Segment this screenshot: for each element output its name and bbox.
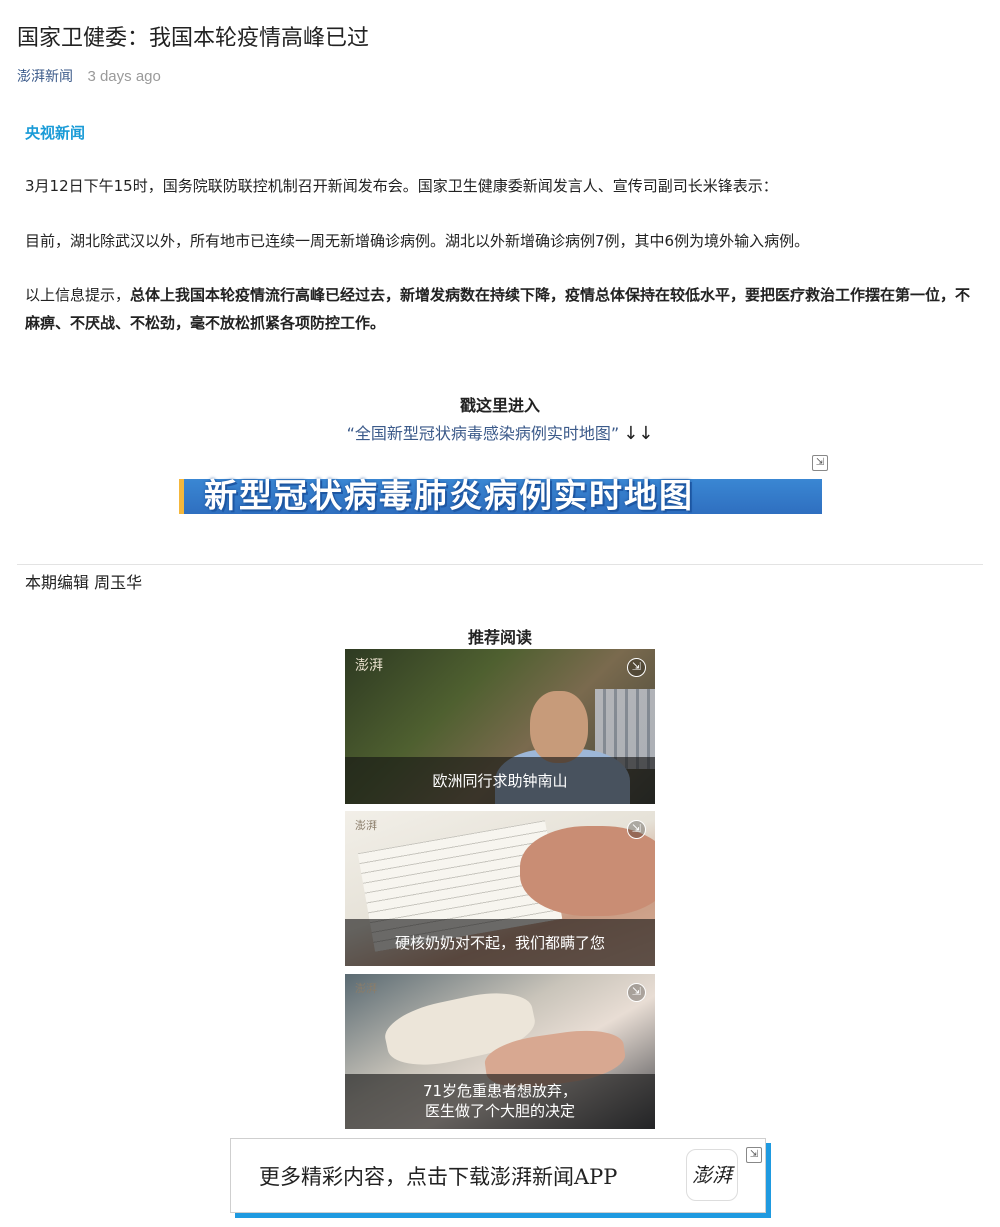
paragraph-3: 以上信息提示，总体上我国本轮疫情流行高峰已经过去，新增发病数在持续下降，疫情总体… xyxy=(25,281,975,337)
paragraph-1: 3月12日下午15时，国务院联防联控机制召开新闻发布会。国家卫生健康委新闻发言人… xyxy=(25,177,778,195)
card-caption: 硬核奶奶对不起，我们都瞒了您 xyxy=(345,919,655,966)
origin-label: 央视新闻 xyxy=(25,124,86,142)
card-caption: 71岁危重患者想放弃， 医生做了个大胆的决定 xyxy=(345,1074,655,1129)
person-head-graphic xyxy=(530,691,588,763)
map-link[interactable]: “全国新型冠状病毒感染病例实时地图” xyxy=(347,424,620,443)
external-link-icon[interactable]: ⇲ xyxy=(627,658,646,677)
article-title: 国家卫健委：我国本轮疫情高峰已过 xyxy=(17,26,370,51)
divider xyxy=(17,564,983,565)
down-arrows-icon: ↓↓ xyxy=(623,423,654,444)
map-banner-text: 新型冠状病毒肺炎病例实时地图 xyxy=(204,476,694,515)
enter-label: 戳这里进入 xyxy=(459,396,540,415)
map-link-line: “全国新型冠状病毒感染病例实时地图” ↓↓ xyxy=(0,420,1000,444)
recommended-card-1[interactable]: 澎湃 ⇲ 欧洲同行求助钟南山 xyxy=(345,649,655,804)
thepaper-logo: 澎湃 xyxy=(355,982,377,995)
editor-credit: 本期编辑 周玉华 xyxy=(25,573,143,592)
paragraph-2: 目前，湖北除武汉以外，所有地市已连续一周无新增确诊病例。湖北以外新增确诊病例7例… xyxy=(25,232,810,250)
recommended-card-2[interactable]: 澎湃 ⇲ 硬核奶奶对不起，我们都瞒了您 xyxy=(345,811,655,966)
thepaper-app-logo: 澎湃 xyxy=(686,1149,738,1201)
external-link-icon[interactable]: ⇲ xyxy=(627,983,646,1002)
caption-line-2: 医生做了个大胆的决定 xyxy=(424,1102,575,1120)
external-link-icon[interactable]: ⇲ xyxy=(746,1147,762,1163)
map-banner[interactable]: 新型冠状病毒肺炎病例实时地图 xyxy=(179,476,822,515)
paragraph-3-prefix: 以上信息提示， xyxy=(25,286,131,304)
recommended-card-3[interactable]: 澎湃 ⇲ 71岁危重患者想放弃， 医生做了个大胆的决定 xyxy=(345,974,655,1129)
card-caption: 欧洲同行求助钟南山 xyxy=(345,757,655,804)
hand-graphic xyxy=(520,826,655,916)
publish-time: 3 days ago xyxy=(87,68,161,85)
thepaper-logo: 澎湃 xyxy=(355,658,383,674)
caption-line-1: 71岁危重患者想放弃， xyxy=(422,1082,578,1100)
app-download-text: 更多精彩内容，点击下载澎湃新闻APP xyxy=(259,1165,618,1189)
paragraph-3-bold: 总体上我国本轮疫情流行高峰已经过去，新增发病数在持续下降，疫情总体保持在较低水平… xyxy=(25,286,971,332)
thepaper-logo: 澎湃 xyxy=(355,819,377,832)
article-meta: 澎湃新闻 3 days ago xyxy=(17,66,161,86)
app-download-banner[interactable]: 更多精彩内容，点击下载澎湃新闻APP 澎湃 ⇲ xyxy=(230,1138,766,1213)
source-link[interactable]: 澎湃新闻 xyxy=(17,69,73,85)
external-link-icon[interactable]: ⇲ xyxy=(812,455,828,471)
external-link-icon[interactable]: ⇲ xyxy=(627,820,646,839)
recommended-title: 推荐阅读 xyxy=(467,628,532,647)
